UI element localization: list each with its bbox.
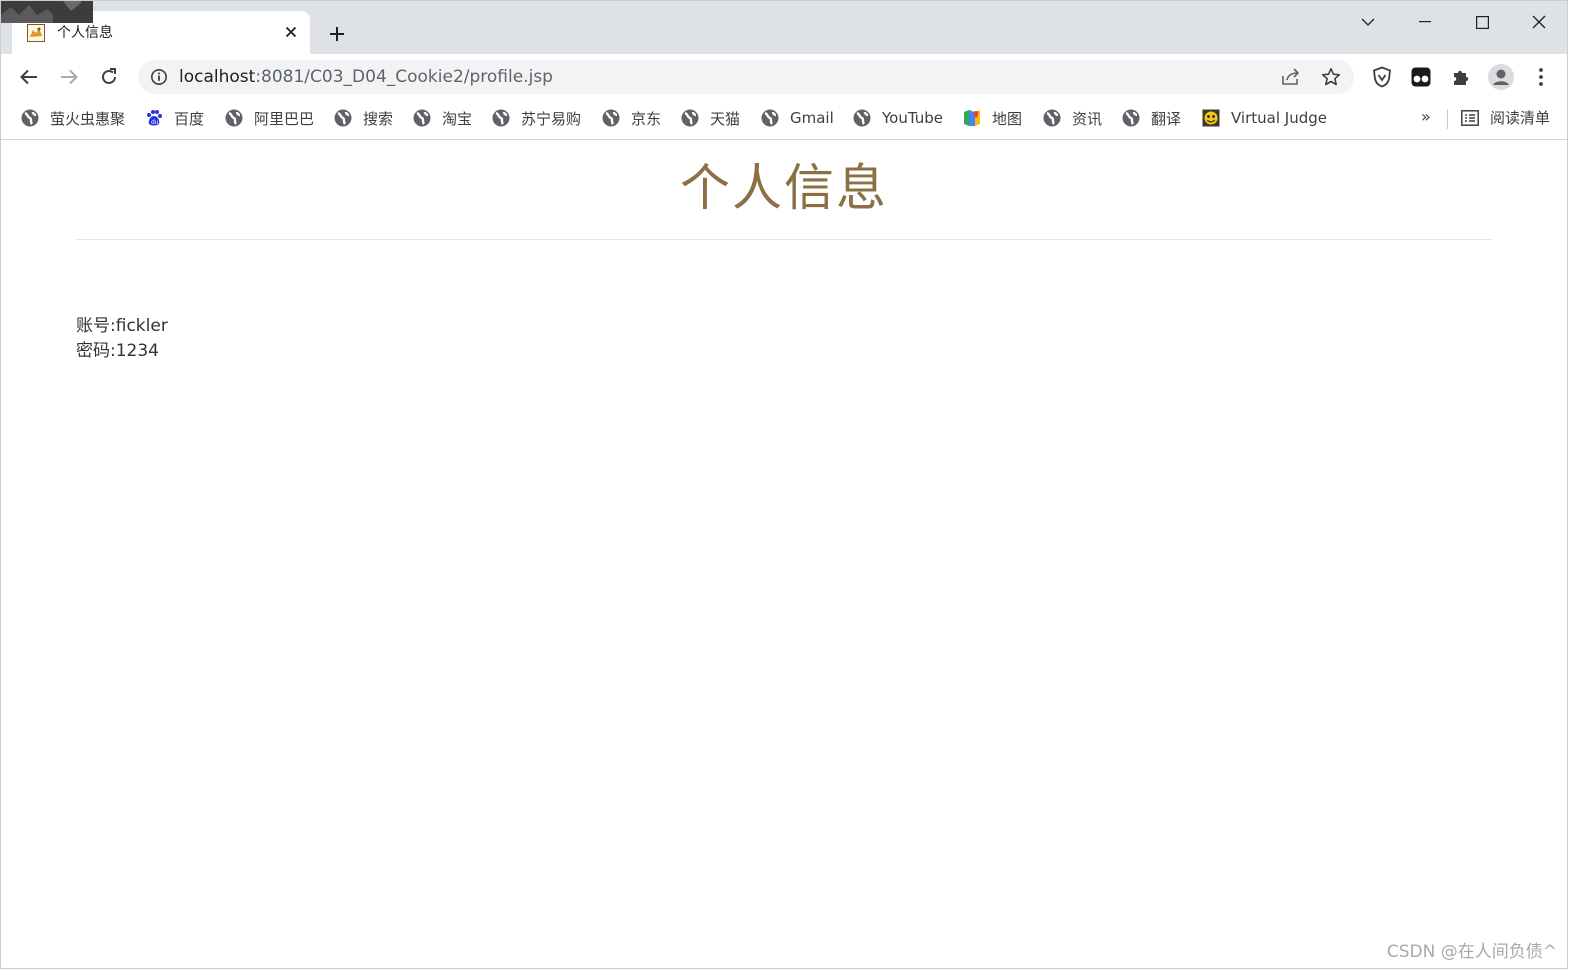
bookmark-item[interactable]: YouTube (853, 107, 943, 129)
bookmark-item[interactable]: 天猫 (681, 107, 740, 129)
minimize-icon[interactable] (1410, 7, 1440, 37)
bookmark-item[interactable]: 淘宝 (413, 107, 472, 129)
extensions-puzzle-icon[interactable] (1446, 62, 1476, 92)
bookmark-item[interactable]: 京东 (602, 107, 661, 129)
globe-icon (21, 109, 39, 127)
bookmark-label: 天猫 (710, 109, 741, 128)
bookmark-item[interactable]: 地图 (963, 107, 1022, 129)
globe-icon (1122, 109, 1140, 127)
more-bookmarks-chevron-icon[interactable]: » (1421, 107, 1431, 126)
url-text[interactable]: localhost:8081/C03_D04_Cookie2/profile.j… (179, 67, 553, 87)
reading-list-label: 阅读清单 (1490, 109, 1551, 127)
tab-strip: 个人信息 (1, 1, 1567, 54)
new-tab-button[interactable] (324, 21, 350, 47)
bookmark-label: 百度 (174, 109, 205, 128)
reading-list-button[interactable]: 阅读清单 (1461, 107, 1550, 128)
password-label: 密码: (76, 341, 116, 361)
bookmark-label: 地图 (992, 109, 1023, 128)
globe-icon (681, 109, 699, 127)
bookmark-label: Virtual Judge (1231, 109, 1327, 127)
url-path: :8081/C03_D04_Cookie2/profile.jsp (255, 67, 553, 87)
bookmark-item[interactable]: 搜索 (334, 107, 393, 129)
reload-icon[interactable] (94, 62, 124, 92)
globe-icon (1043, 109, 1061, 127)
bookmark-item[interactable]: du 百度 (145, 107, 204, 129)
csdn-watermark: CSDN @在人间负债^ (1386, 942, 1557, 962)
password-value: 1234 (115, 341, 159, 361)
globe-icon (225, 109, 243, 127)
maps-icon (963, 109, 981, 127)
account-label: 账号: (76, 316, 116, 336)
password-row: 密码:1234 (76, 340, 159, 362)
bookmark-label: 苏宁易购 (521, 109, 582, 128)
url-host: localhost (179, 67, 256, 87)
title-divider (76, 239, 1493, 240)
bookmark-item[interactable]: Virtual Judge (1202, 107, 1327, 129)
address-bar[interactable]: localhost:8081/C03_D04_Cookie2/profile.j… (138, 60, 1354, 94)
bookmark-item[interactable]: 萤火虫惠聚 (21, 107, 125, 129)
account-row: 账号:fickler (76, 315, 168, 337)
overlay-corner-graphic (1, 1, 93, 23)
bookmark-label: 翻译 (1151, 109, 1182, 128)
globe-icon (853, 109, 871, 127)
bookmark-item[interactable]: Gmail (761, 107, 834, 129)
globe-icon (334, 109, 352, 127)
tab-title: 个人信息 (57, 25, 113, 41)
tampermonkey-icon[interactable] (1406, 62, 1436, 92)
close-window-icon[interactable] (1524, 7, 1554, 37)
bookmark-label: 阿里巴巴 (254, 109, 315, 128)
page-title: 个人信息 (680, 159, 888, 217)
bookmark-star-icon[interactable] (1316, 62, 1346, 92)
bookmark-label: 资讯 (1072, 109, 1103, 128)
tab-search-chevron-icon[interactable] (1353, 7, 1383, 37)
maximize-icon[interactable] (1467, 7, 1497, 37)
profile-avatar-icon[interactable] (1486, 62, 1516, 92)
svg-text:du: du (151, 119, 159, 126)
info-icon[interactable] (150, 68, 168, 86)
bookmarks-divider (1447, 109, 1448, 129)
bookmark-label: 京东 (631, 109, 662, 128)
back-arrow-icon[interactable] (14, 62, 44, 92)
virtual-judge-icon (1202, 109, 1220, 127)
globe-icon (413, 109, 431, 127)
globe-icon (602, 109, 620, 127)
reading-list-icon (1461, 109, 1479, 126)
bookmark-item[interactable]: 阿里巴巴 (225, 107, 314, 129)
bookmark-label: 淘宝 (442, 109, 473, 128)
menu-kebab-icon[interactable] (1526, 62, 1556, 92)
page-content: 个人信息 账号:fickler 密码:1234 CSDN @在人间负债^ (1, 140, 1567, 968)
account-value: fickler (115, 316, 168, 336)
bookmark-label: Gmail (790, 109, 834, 127)
shield-extension-icon[interactable] (1367, 62, 1397, 92)
bookmark-label: YouTube (882, 109, 943, 127)
close-tab-icon[interactable] (281, 22, 301, 42)
bookmark-item[interactable]: 资讯 (1043, 107, 1102, 129)
bookmark-label: 萤火虫惠聚 (50, 109, 126, 128)
bookmark-item[interactable]: 翻译 (1122, 107, 1181, 129)
globe-icon (761, 109, 779, 127)
bookmark-label: 搜索 (363, 109, 394, 128)
forward-arrow-icon[interactable] (54, 62, 84, 92)
browser-window: 个人信息 localhost:8081/C03_D04_Cookie2/prof… (0, 0, 1568, 969)
bookmarks-bar: 萤火虫惠聚 du 百度 阿里巴巴 搜索 淘宝 苏宁易购 京东 天猫 Gmail Y… (1, 99, 1567, 140)
share-icon[interactable] (1276, 62, 1306, 92)
globe-icon (492, 109, 510, 127)
baidu-icon: du (145, 109, 163, 127)
tomcat-icon (27, 24, 45, 42)
browser-toolbar: localhost:8081/C03_D04_Cookie2/profile.j… (1, 54, 1567, 99)
bookmark-item[interactable]: 苏宁易购 (492, 107, 581, 129)
